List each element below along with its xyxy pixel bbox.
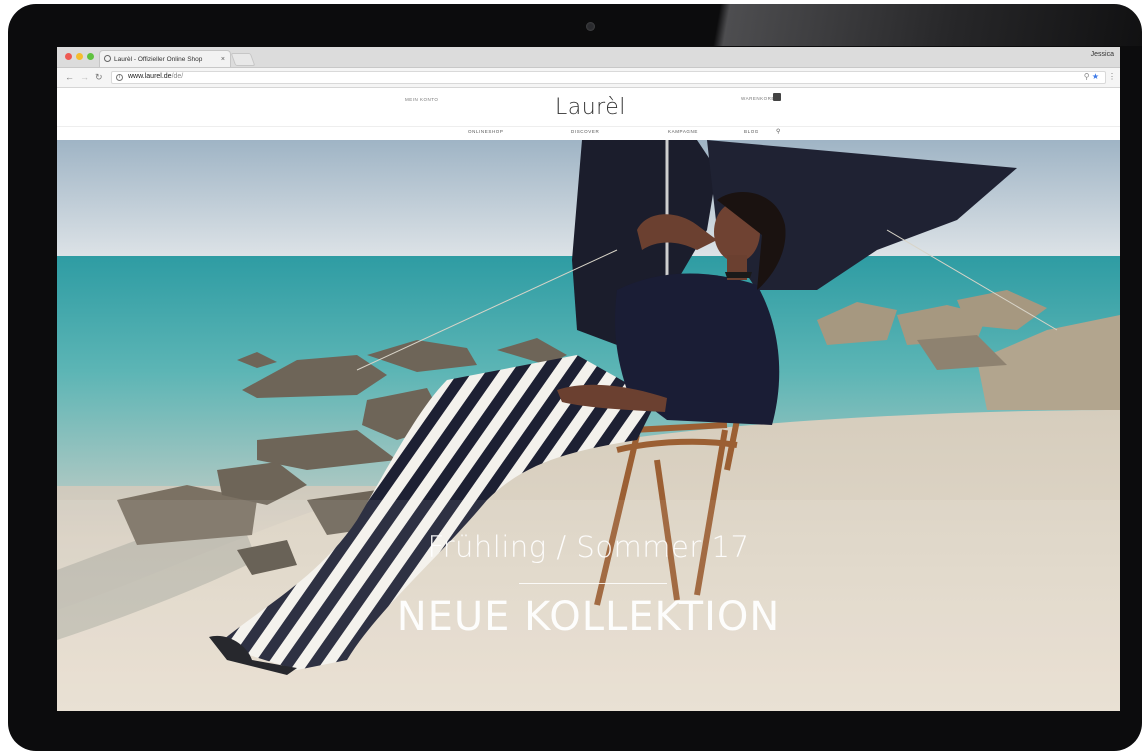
reload-icon[interactable]: ↻ <box>95 72 103 83</box>
cart-link[interactable]: WARENKORB <box>741 96 775 101</box>
star-icon[interactable]: ★ <box>1092 72 1099 81</box>
bag-icon[interactable] <box>773 93 781 101</box>
search-icon[interactable]: ⚲ <box>776 128 781 135</box>
hero-title[interactable]: NEUE KOLLEKTION <box>57 594 1120 640</box>
tab-close-button[interactable]: × <box>221 51 225 67</box>
favicon-icon <box>104 55 111 62</box>
site-header: MEIN KONTO Laurèl WARENKORB ONLINESHOP D… <box>57 88 1120 140</box>
nav-item-blog[interactable]: BLOG <box>744 129 759 134</box>
browser-toolbar: ← → ↻ i www.laurel.de/de/ ⚲ ★ ⋮ <box>57 68 1120 88</box>
tab-title: Laurèl - Offizieller Online Shop <box>114 56 203 63</box>
nav-item-kampagne[interactable]: KAMPAGNE <box>668 129 698 134</box>
address-bar-icons: ⚲ ★ <box>1084 72 1099 81</box>
browser-tab[interactable]: Laurèl - Offizieller Online Shop × <box>99 50 231 67</box>
screen: Laurèl - Offizieller Online Shop × Jessi… <box>57 47 1120 711</box>
zoom-search-icon[interactable]: ⚲ <box>1084 72 1090 81</box>
nav-item-onlineshop[interactable]: ONLINESHOP <box>468 129 504 134</box>
account-link[interactable]: MEIN KONTO <box>405 97 438 102</box>
url-text[interactable]: www.laurel.de/de/ <box>128 73 183 80</box>
monitor-bezel: Laurèl - Offizieller Online Shop × Jessi… <box>8 4 1142 751</box>
site-logo[interactable]: Laurèl <box>555 95 626 120</box>
maximize-window-button[interactable] <box>87 53 94 60</box>
main-nav: ONLINESHOP DISCOVER KAMPAGNE BLOG ⚲ <box>57 129 1120 139</box>
hero-divider <box>519 583 667 584</box>
header-divider <box>57 126 1120 127</box>
webcam <box>586 22 595 31</box>
minimize-window-button[interactable] <box>76 53 83 60</box>
forward-icon[interactable]: → <box>80 72 89 82</box>
info-icon[interactable]: i <box>116 74 123 81</box>
address-bar[interactable]: i www.laurel.de/de/ ⚲ ★ <box>111 71 1106 84</box>
profile-name[interactable]: Jessica <box>1091 51 1114 58</box>
menu-dots-icon[interactable]: ⋮ <box>1108 72 1116 81</box>
browser-tab-bar: Laurèl - Offizieller Online Shop × Jessi… <box>57 47 1120 68</box>
hero-subtitle: Frühling / Sommer 17 <box>427 530 750 564</box>
nav-item-discover[interactable]: DISCOVER <box>571 129 599 134</box>
close-window-button[interactable] <box>65 53 72 60</box>
hero-banner[interactable]: Frühling / Sommer 17 NEUE KOLLEKTION <box>57 140 1120 711</box>
back-icon[interactable]: ← <box>65 72 74 82</box>
bezel-glare <box>662 4 1142 46</box>
new-tab-button[interactable] <box>230 53 256 66</box>
